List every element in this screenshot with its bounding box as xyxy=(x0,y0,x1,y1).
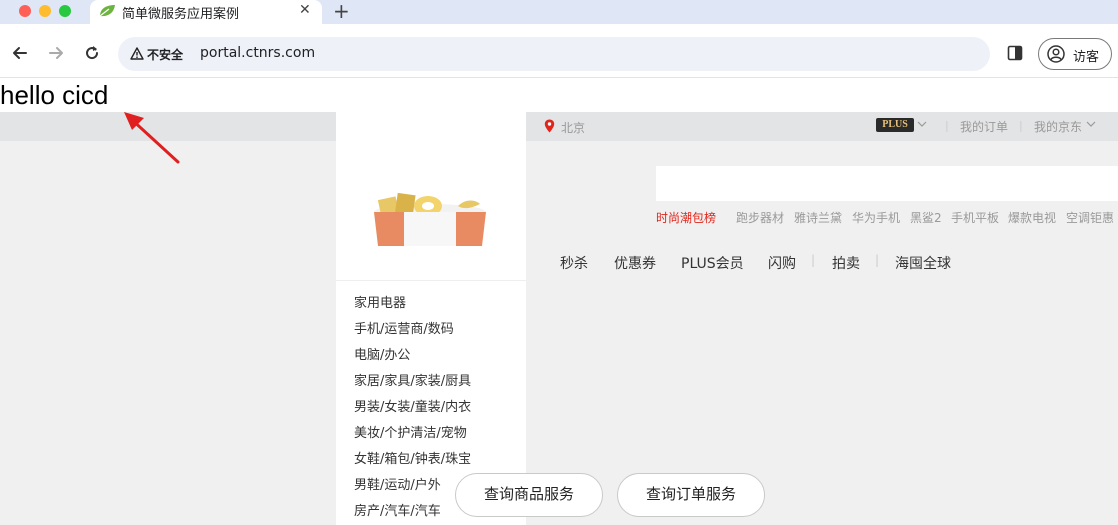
maximize-window-button[interactable] xyxy=(59,5,71,17)
warning-icon xyxy=(130,47,144,60)
category-item[interactable]: 电脑/办公 xyxy=(354,344,410,363)
nav-item-flash-sale[interactable]: 闪购 xyxy=(768,253,796,273)
hot-search-word[interactable]: 华为手机 xyxy=(852,209,900,226)
hot-search-word[interactable]: 雅诗兰黛 xyxy=(794,209,842,226)
red-annotation-arrow-icon xyxy=(124,112,180,164)
hot-search-word[interactable]: 空调钜惠 xyxy=(1066,209,1114,226)
side-panel-icon[interactable] xyxy=(1007,45,1023,61)
category-item[interactable]: 男鞋/运动/户外 xyxy=(354,474,441,493)
chevron-down-icon[interactable] xyxy=(1086,121,1096,127)
address-bar[interactable]: 不安全 portal.ctnrs.com xyxy=(118,37,990,71)
my-orders-link[interactable]: 我的订单 xyxy=(960,118,1008,135)
query-orders-button[interactable]: 查询订单服务 xyxy=(617,473,765,517)
sidebar-divider xyxy=(336,280,526,281)
browser-toolbar: 不安全 portal.ctnrs.com 访客 xyxy=(0,24,1118,78)
query-products-button[interactable]: 查询商品服务 xyxy=(455,473,603,517)
close-tab-icon[interactable]: ✕ xyxy=(299,2,311,18)
category-item[interactable]: 家用电器 xyxy=(354,292,406,311)
user-icon xyxy=(1047,45,1065,63)
url-text[interactable]: portal.ctnrs.com xyxy=(200,45,315,61)
browser-tab-active[interactable]: 简单微服务应用案例 ✕ xyxy=(90,0,322,24)
profile-button[interactable]: 访客 xyxy=(1038,38,1112,70)
minimize-window-button[interactable] xyxy=(39,5,51,17)
my-jd-link[interactable]: 我的京东 xyxy=(1034,118,1082,135)
nav-separator: | xyxy=(875,253,880,267)
location-pin-icon xyxy=(544,119,555,133)
nav-separator: | xyxy=(811,253,816,267)
hot-search-word[interactable]: 手机平板 xyxy=(951,209,999,226)
category-item[interactable]: 房产/汽车/汽车 xyxy=(354,500,441,519)
tab-title: 简单微服务应用案例 xyxy=(122,7,240,22)
forward-arrow-icon[interactable] xyxy=(47,44,65,62)
close-window-button[interactable] xyxy=(19,5,31,17)
category-sidebar: 家用电器 手机/运营商/数码 电脑/办公 家居/家具/家装/厨具 男装/女装/童… xyxy=(336,112,526,525)
nav-item-coupons[interactable]: 优惠券 xyxy=(614,253,656,273)
hot-search-word[interactable]: 爆款电视 xyxy=(1008,209,1056,226)
nav-item-auction[interactable]: 拍卖 xyxy=(832,253,860,273)
category-item[interactable]: 男装/女装/童装/内衣 xyxy=(354,396,471,415)
hot-search-word[interactable]: 黑鲨2 xyxy=(910,209,942,226)
location-label: 北京 xyxy=(561,121,586,135)
topbar-separator: | xyxy=(1019,119,1023,132)
nav-item-global[interactable]: 海囤全球 xyxy=(895,253,951,273)
profile-label: 访客 xyxy=(1073,50,1100,65)
reload-icon[interactable] xyxy=(83,44,101,62)
topbar-separator: | xyxy=(945,119,949,132)
nav-item-plus[interactable]: PLUS会员 xyxy=(681,253,744,273)
hello-heading: hello cicd xyxy=(0,80,109,110)
nav-item-seckill[interactable]: 秒杀 xyxy=(560,253,588,273)
hot-search-word[interactable]: 跑步器材 xyxy=(736,209,784,226)
new-tab-button[interactable]: + xyxy=(333,0,350,23)
category-item[interactable]: 美妆/个护清洁/宠物 xyxy=(354,422,467,441)
security-label: 不安全 xyxy=(147,48,184,62)
hot-search-word[interactable]: 时尚潮包榜 xyxy=(656,209,716,226)
category-item[interactable]: 手机/运营商/数码 xyxy=(354,318,454,337)
category-item[interactable]: 家居/家具/家装/厨具 xyxy=(354,370,471,389)
plus-badge[interactable]: PLUS xyxy=(876,118,914,132)
search-input[interactable] xyxy=(656,166,1118,201)
chevron-down-icon[interactable] xyxy=(917,121,927,127)
leaf-favicon-icon xyxy=(99,5,115,17)
category-item[interactable]: 女鞋/箱包/钟表/珠宝 xyxy=(354,448,471,467)
back-arrow-icon[interactable] xyxy=(11,44,29,62)
snack-box-logo xyxy=(374,192,486,246)
